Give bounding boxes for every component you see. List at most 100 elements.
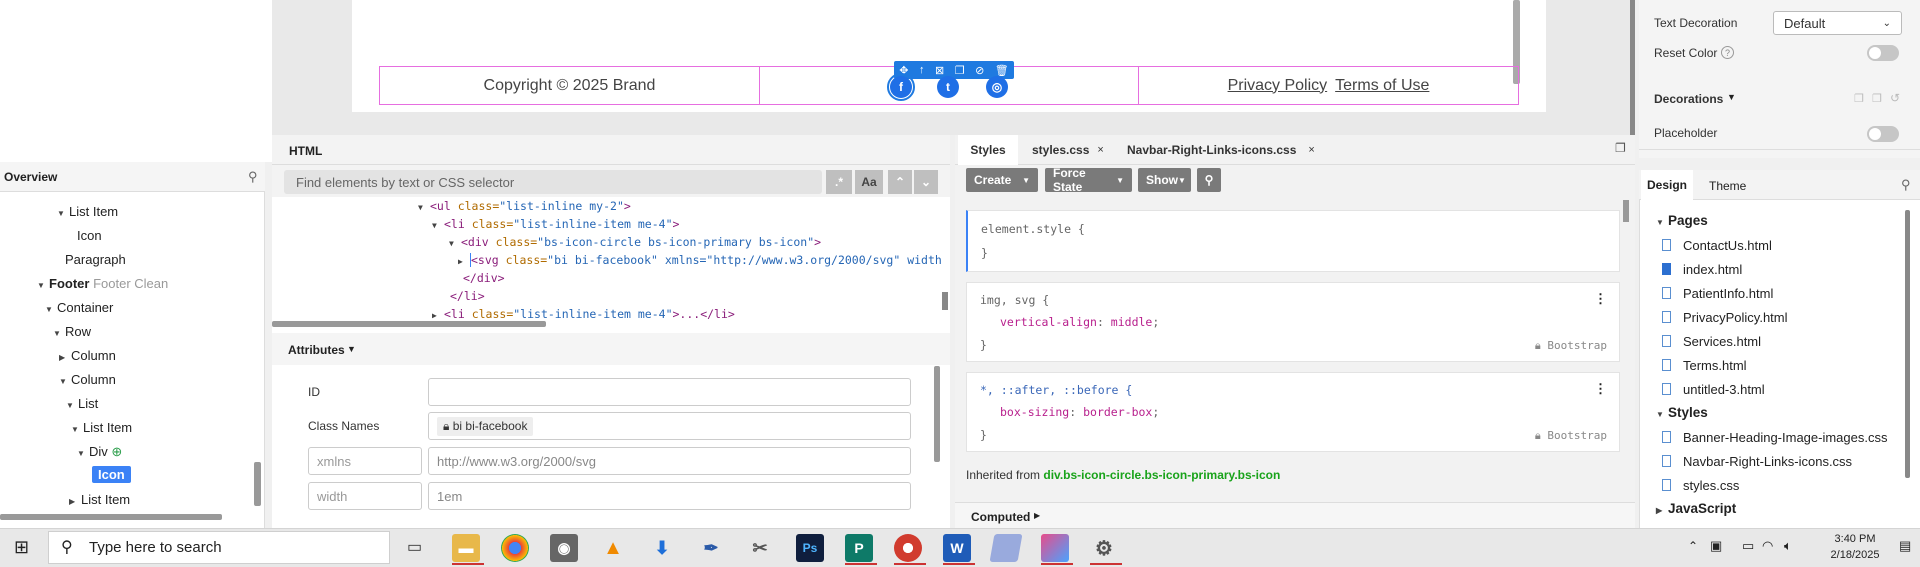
code-line[interactable]: </li> xyxy=(450,289,485,303)
find-input[interactable]: Find elements by text or CSS selector xyxy=(284,170,822,194)
code-line[interactable]: ▶ <li class="list-inline-item me-4">...</… xyxy=(432,307,735,321)
tab-design[interactable]: Design xyxy=(1641,170,1693,200)
tree-item[interactable]: ▶ List Item xyxy=(69,492,130,507)
tree-item-selected[interactable]: Icon xyxy=(92,466,131,483)
previous-match-button[interactable]: ⌃ xyxy=(888,170,912,194)
code-line[interactable]: </div> xyxy=(463,271,505,285)
match-case-button[interactable]: Aa xyxy=(855,170,883,194)
tab-html[interactable]: HTML xyxy=(289,144,322,158)
attributes-header[interactable]: Attributes ▼ xyxy=(272,333,950,365)
file-item[interactable]: Navbar-Right-Links-icons.css xyxy=(1683,454,1852,469)
project-scrollbar[interactable] xyxy=(1905,210,1910,478)
search-icon[interactable]: ⚲ xyxy=(1901,177,1911,193)
file-item[interactable]: styles.css xyxy=(1683,478,1739,493)
attribute-value-field[interactable]: http://www.w3.org/2000/svg xyxy=(428,447,911,475)
notifications-icon[interactable]: ▤ xyxy=(1899,538,1911,554)
force-state-button[interactable]: Force State ▼ xyxy=(1045,166,1132,194)
file-item[interactable]: ContactUs.html xyxy=(1683,238,1772,253)
chrome-icon[interactable] xyxy=(501,534,529,562)
word-icon[interactable]: W xyxy=(943,534,971,562)
create-button[interactable]: Create ▼ xyxy=(966,168,1038,192)
tree-item[interactable]: ▼ Container xyxy=(45,300,113,315)
code-line[interactable]: ▼ <ul class="list-inline my-2"> xyxy=(418,199,631,213)
chevron-up-icon[interactable]: ⌃ xyxy=(1688,539,1698,553)
javascript-section[interactable]: ▶ JavaScript xyxy=(1656,501,1736,516)
scissors-app-icon[interactable]: ✂ xyxy=(746,534,774,562)
photoshop-icon[interactable]: Ps xyxy=(796,534,824,562)
rule-declaration[interactable]: box-sizing: border-box; xyxy=(1000,405,1159,419)
attribute-name-field[interactable]: xmlns xyxy=(308,447,422,475)
terms-link[interactable]: Terms of Use xyxy=(1335,77,1429,95)
attribute-name-field[interactable]: width xyxy=(308,482,422,510)
duplicate-icon[interactable]: ❐ xyxy=(955,64,965,77)
twitter-icon[interactable]: t xyxy=(937,76,959,98)
task-view-icon[interactable]: ▭ xyxy=(407,537,422,557)
rule-img-svg[interactable]: img, svg { vertical-align: middle; } ⋮ 🔒… xyxy=(966,282,1620,362)
file-item[interactable]: untitled-3.html xyxy=(1683,382,1765,397)
select-parent-icon[interactable]: ↑ xyxy=(919,64,925,76)
more-options-icon[interactable]: ⋮ xyxy=(1594,291,1607,307)
windows-start-icon[interactable]: ⊞ xyxy=(14,537,29,558)
decorations-label[interactable]: Decorations xyxy=(1654,92,1723,106)
search-icon[interactable]: ⚲ xyxy=(1197,168,1221,192)
bootstrap-studio-icon[interactable] xyxy=(1041,534,1069,562)
footer-column-links[interactable]: Privacy Policy Terms of Use xyxy=(1138,66,1519,105)
settings-icon[interactable]: ⚙ xyxy=(1090,534,1118,562)
rule-element-style[interactable]: element.style { } xyxy=(966,210,1620,272)
tab-navbar-css[interactable]: Navbar-Right-Links-icons.css × xyxy=(1127,135,1315,165)
clock[interactable]: 3:40 PM 2/18/2025 xyxy=(1816,531,1894,563)
hide-icon[interactable]: ⊘ xyxy=(975,64,984,77)
tree-item[interactable]: ▼ Row xyxy=(53,324,91,339)
privacy-link[interactable]: Privacy Policy xyxy=(1228,77,1328,95)
file-item[interactable]: index.html xyxy=(1683,262,1742,277)
file-explorer-icon[interactable]: ▬ xyxy=(452,534,480,562)
styles-scrollbar[interactable] xyxy=(1623,200,1629,222)
camera-app-icon[interactable]: ◉ xyxy=(550,534,578,562)
chrome-canary-icon[interactable] xyxy=(894,534,922,562)
attribute-value-field[interactable]: 1em xyxy=(428,482,911,510)
vlc-icon[interactable]: ▲ xyxy=(599,534,627,562)
tree-item[interactable]: ▼ Column xyxy=(59,372,116,387)
reset-icon[interactable]: ↺ xyxy=(1890,91,1900,105)
file-item[interactable]: Terms.html xyxy=(1683,358,1747,373)
popout-icon[interactable]: ❐ xyxy=(1615,141,1626,155)
file-item[interactable]: PrivacyPolicy.html xyxy=(1683,310,1788,325)
tab-styles[interactable]: Styles xyxy=(958,135,1018,165)
publisher-icon[interactable]: P xyxy=(845,534,873,562)
close-icon[interactable]: × xyxy=(1097,144,1103,156)
tree-item[interactable]: ▼ Footer Footer Clean xyxy=(37,276,168,291)
search-icon[interactable]: ⚲ xyxy=(248,169,258,185)
rule-declaration[interactable]: vertical-align: middle; xyxy=(1000,315,1159,329)
tree-item[interactable]: Icon xyxy=(77,228,102,243)
tab-styles-css[interactable]: styles.css × xyxy=(1032,135,1104,165)
overview-hscrollbar[interactable] xyxy=(0,514,222,520)
tree-item[interactable]: ▼ List Item xyxy=(57,204,118,219)
taskbar-search[interactable]: Type here to search xyxy=(48,531,390,564)
code-scrollbar[interactable] xyxy=(942,292,948,310)
tree-item[interactable]: ▼ List Item xyxy=(71,420,132,435)
regex-button[interactable]: .* xyxy=(826,170,852,194)
move-icon[interactable]: ✥ xyxy=(899,64,908,77)
wifi-icon[interactable]: ◠ xyxy=(1762,538,1773,554)
code-line[interactable]: ▼ <div class="bs-icon-circle bs-icon-prim… xyxy=(449,235,821,249)
show-button[interactable]: Show ▼ xyxy=(1138,168,1191,192)
styles-section[interactable]: ▼ Styles xyxy=(1656,405,1708,420)
footer-column-copyright[interactable]: Copyright © 2025 Brand xyxy=(379,66,760,105)
code-hscrollbar[interactable] xyxy=(272,321,546,327)
help-icon[interactable]: ? xyxy=(1721,46,1734,59)
facebook-icon[interactable]: f xyxy=(887,73,915,101)
reset-color-toggle[interactable] xyxy=(1867,45,1899,61)
file-item[interactable]: Banner-Heading-Image-images.css xyxy=(1683,430,1887,445)
pen-app-icon[interactable]: ✒ xyxy=(697,534,725,562)
file-item[interactable]: PatientInfo.html xyxy=(1683,286,1773,301)
file-item[interactable]: Services.html xyxy=(1683,334,1761,349)
class-chip[interactable]: 🔒︎ bi bi-facebook xyxy=(437,416,534,436)
inherited-selector[interactable]: div.bs-icon-circle.bs-icon-primary.bs-ic… xyxy=(1043,468,1280,482)
close-icon[interactable]: × xyxy=(1308,144,1314,156)
rule-universal[interactable]: *, ::after, ::before { box-sizing: borde… xyxy=(966,372,1620,452)
copy-icon[interactable]: ❐ xyxy=(1854,92,1864,105)
app-icon[interactable] xyxy=(989,534,1023,562)
tree-item[interactable]: ▼ Div ⊕ xyxy=(77,444,122,460)
tray-app-icon[interactable]: ▣ xyxy=(1710,538,1722,554)
paste-icon[interactable]: ❐ xyxy=(1872,92,1882,105)
